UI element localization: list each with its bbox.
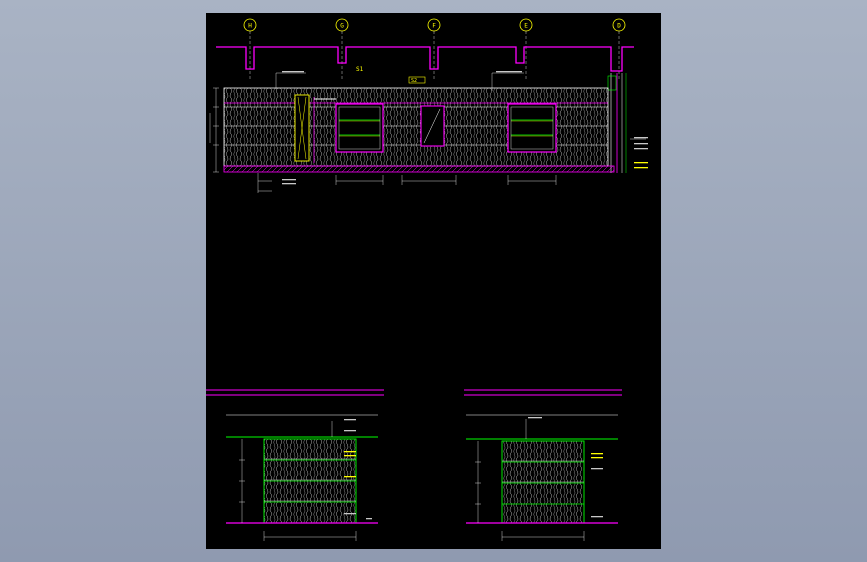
floor-hatch bbox=[223, 165, 615, 173]
cad-drawing: H G F E D S1 S2 bbox=[206, 18, 648, 541]
right-wall-section bbox=[607, 73, 627, 173]
bottom-dimension-lines bbox=[257, 173, 557, 193]
svg-text:D: D bbox=[617, 23, 621, 30]
detail-elevation-left bbox=[206, 389, 384, 541]
svg-text:H: H bbox=[248, 23, 252, 30]
display-shelf-left bbox=[335, 103, 384, 153]
detail-elevation-right bbox=[464, 389, 622, 541]
display-shelf-right bbox=[507, 103, 557, 153]
svg-text:E: E bbox=[524, 23, 528, 30]
main-elevation: H G F E D S1 S2 bbox=[209, 18, 648, 193]
drawing-sheet[interactable]: H G F E D S1 S2 bbox=[206, 13, 661, 549]
section-tag-s1: S1 bbox=[356, 66, 364, 73]
center-niche bbox=[420, 105, 445, 147]
beam-profile bbox=[216, 46, 634, 72]
left-vertical-dimension bbox=[209, 87, 219, 173]
section-tag-s2: S2 bbox=[411, 78, 417, 84]
svg-text:F: F bbox=[432, 23, 436, 30]
axis-bubble-d: D bbox=[612, 18, 626, 81]
cad-viewport[interactable]: H G F E D S1 S2 bbox=[0, 0, 867, 562]
svg-text:G: G bbox=[340, 23, 344, 30]
